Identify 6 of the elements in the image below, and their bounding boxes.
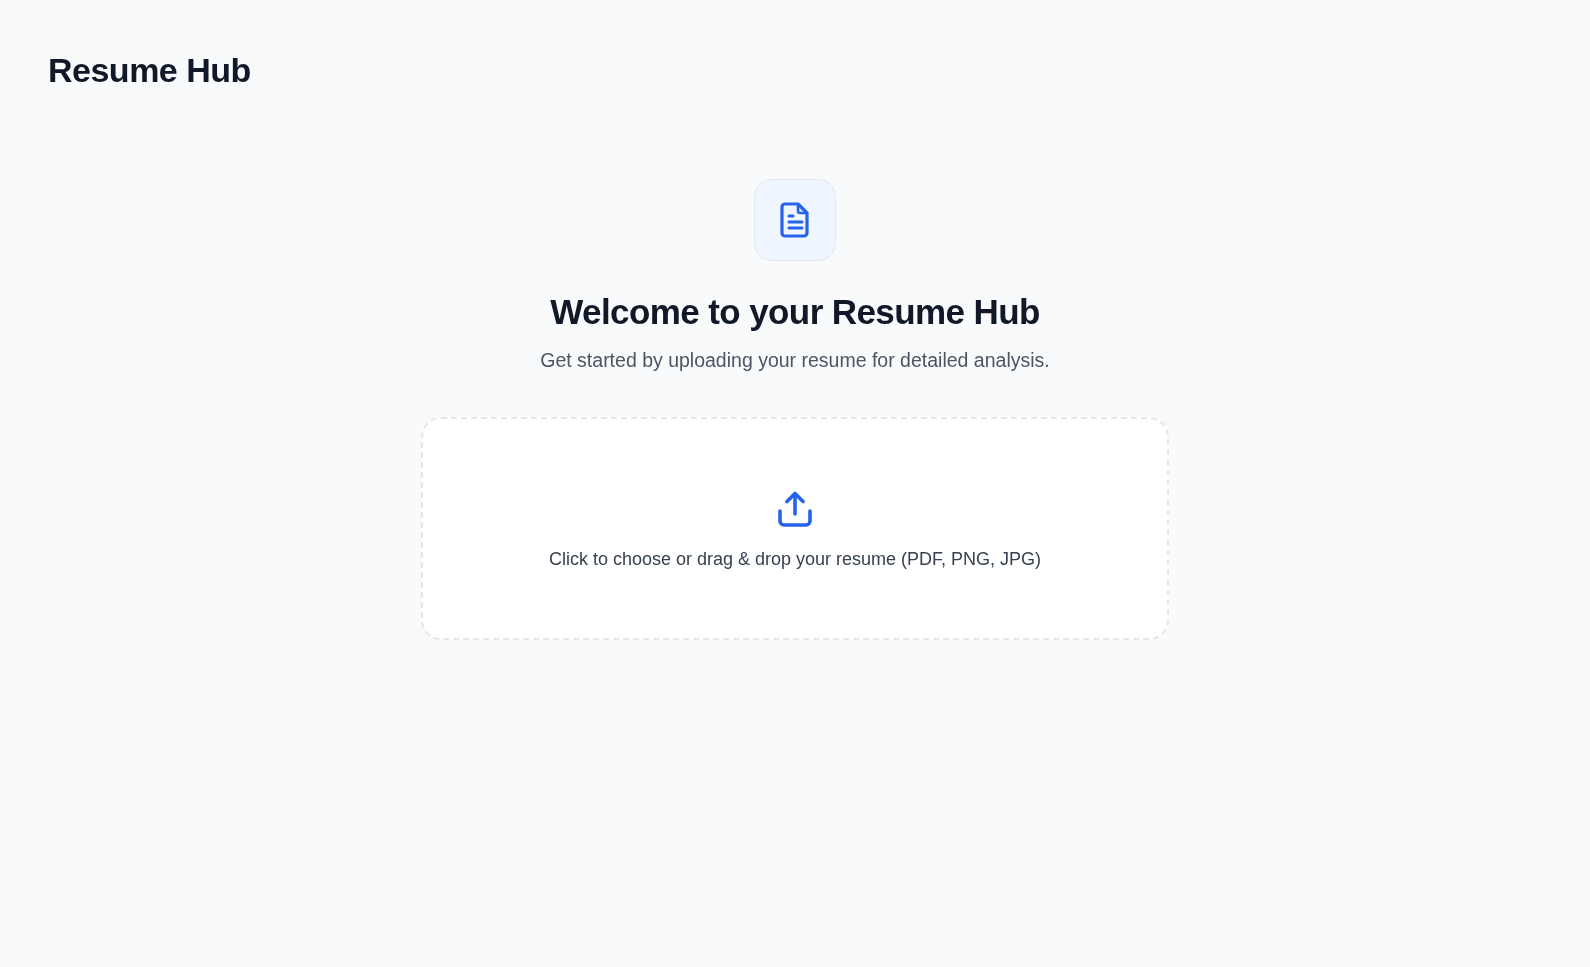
upload-dropzone[interactable]: Click to choose or drag & drop your resume (PDF, PNG, JPG) bbox=[421, 417, 1169, 641]
document-icon bbox=[754, 178, 836, 261]
welcome-heading: Welcome to your Resume Hub bbox=[550, 290, 1040, 333]
upload-icon bbox=[777, 491, 813, 528]
subtitle-text: Get started by uploading your resume for detailed analysis. bbox=[540, 347, 1050, 373]
app-title: Resume Hub bbox=[48, 50, 251, 91]
